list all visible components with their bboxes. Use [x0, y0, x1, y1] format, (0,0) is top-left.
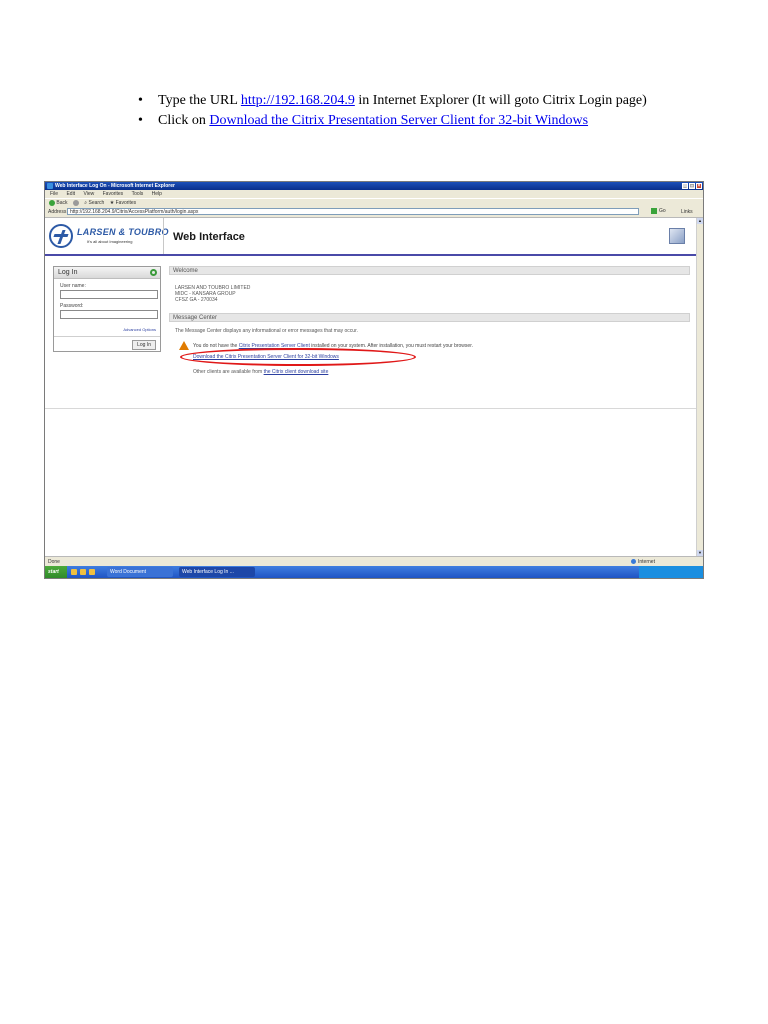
- download-client-link[interactable]: Download the Citrix Presentation Server …: [209, 113, 588, 128]
- username-input[interactable]: [60, 290, 158, 299]
- vertical-scrollbar[interactable]: ▲ ▼: [696, 218, 703, 556]
- address-input[interactable]: http://192.168.204.9/Citrix/AccessPlatfo…: [67, 208, 639, 215]
- citrix-url-link[interactable]: http://192.168.204.9: [241, 93, 355, 108]
- server-icon: [669, 228, 685, 244]
- address-bar: Address http://192.168.204.9/Citrix/Acce…: [45, 207, 703, 218]
- menu-bar: File Edit View Favorites Tools Help: [45, 190, 703, 198]
- message-center-heading: Message Center: [169, 313, 690, 322]
- web-page: LARSEN & TOUBRO It's all about Imagineer…: [45, 218, 696, 556]
- password-input[interactable]: [60, 310, 158, 319]
- page-title: Web Interface: [173, 231, 245, 243]
- window-title: Web Interface Log On - Microsoft Interne…: [55, 183, 175, 189]
- menu-tools[interactable]: Tools: [132, 191, 144, 197]
- brand-tagline: It's all about Imagineering: [87, 239, 133, 244]
- highlight-oval: [180, 348, 416, 366]
- search-label: Search: [88, 200, 105, 206]
- refresh-icon[interactable]: [150, 269, 157, 276]
- minimize-icon[interactable]: _: [682, 183, 688, 189]
- menu-file[interactable]: File: [50, 191, 58, 197]
- bullet-icon: •: [138, 93, 143, 108]
- browser-screenshot: Web Interface Log On - Microsoft Interne…: [44, 181, 704, 579]
- quick-launch: [71, 569, 95, 575]
- window-controls: _ □ ×: [682, 183, 702, 189]
- quick-launch-icon[interactable]: [89, 569, 95, 575]
- warning-icon: [179, 341, 189, 350]
- brand-name: LARSEN & TOUBRO: [77, 227, 169, 237]
- menu-help[interactable]: Help: [152, 191, 162, 197]
- scroll-up-icon[interactable]: ▲: [697, 218, 703, 224]
- advanced-options-link[interactable]: Advanced Options: [54, 327, 156, 332]
- window-titlebar: Web Interface Log On - Microsoft Interne…: [45, 182, 703, 190]
- go-label: Go: [659, 208, 666, 214]
- system-tray: [639, 566, 703, 578]
- login-button[interactable]: Log In: [132, 340, 156, 350]
- start-button[interactable]: start: [45, 566, 67, 578]
- back-label: Back: [56, 200, 68, 206]
- back-arrow-icon: [49, 199, 55, 206]
- login-button-row: Log In: [54, 336, 160, 350]
- welcome-heading: Welcome: [169, 266, 690, 275]
- zone-label: Internet: [638, 559, 655, 565]
- favorites-label: Favorites: [115, 200, 137, 206]
- menu-edit[interactable]: Edit: [66, 191, 75, 197]
- message-center-intro: The Message Center displays any informat…: [175, 328, 358, 334]
- taskbar-item-browser[interactable]: Web Interface Log In ...: [179, 567, 255, 577]
- login-heading-text: Log In: [58, 269, 78, 276]
- close-icon[interactable]: ×: [696, 183, 702, 189]
- step2-prefix: Click on: [158, 113, 210, 128]
- ie-icon: [47, 183, 53, 189]
- page-divider: [45, 408, 696, 409]
- go-button[interactable]: Go: [651, 208, 671, 215]
- password-label: Password:: [60, 303, 84, 309]
- other-prefix: Other clients are available from: [193, 369, 264, 375]
- lt-logo-icon: [49, 224, 73, 248]
- login-heading: Log In: [54, 267, 160, 279]
- menu-favorites[interactable]: Favorites: [103, 191, 124, 197]
- instruction-step-1: • Type the URL http://192.168.204.9 in I…: [136, 92, 676, 110]
- taskbar-item-word[interactable]: Word Document: [107, 567, 173, 577]
- step1-suffix: in Internet Explorer (It will goto Citri…: [354, 93, 647, 108]
- page-header: LARSEN & TOUBRO It's all about Imagineer…: [45, 218, 696, 256]
- warning-prefix: You do not have the: [193, 343, 239, 349]
- other-clients-text: Other clients are available from the Cit…: [193, 369, 328, 375]
- maximize-icon[interactable]: □: [689, 183, 695, 189]
- quick-launch-icon[interactable]: [71, 569, 77, 575]
- windows-taskbar: start Word Document Web Interface Log In…: [45, 566, 703, 578]
- address-label: Address: [48, 209, 67, 215]
- login-panel: Log In User name: Password: Advanced Opt…: [53, 266, 161, 352]
- header-divider: [163, 218, 164, 254]
- step1-prefix: Type the URL: [158, 93, 241, 108]
- go-arrow-icon: [651, 208, 657, 214]
- globe-icon: [631, 559, 636, 565]
- links-label[interactable]: Links: [681, 207, 693, 217]
- bullet-icon: •: [138, 113, 143, 128]
- client-download-site-link[interactable]: the Citrix client download site: [264, 369, 329, 375]
- instruction-list: • Type the URL http://192.168.204.9 in I…: [136, 92, 676, 132]
- instruction-step-2: • Click on Download the Citrix Presentat…: [136, 112, 676, 130]
- username-label: User name:: [60, 283, 86, 289]
- menu-view[interactable]: View: [83, 191, 94, 197]
- welcome-line-3: CFSZ GA - 270034: [175, 297, 218, 303]
- quick-launch-icon[interactable]: [80, 569, 86, 575]
- forward-arrow-icon: [72, 199, 79, 206]
